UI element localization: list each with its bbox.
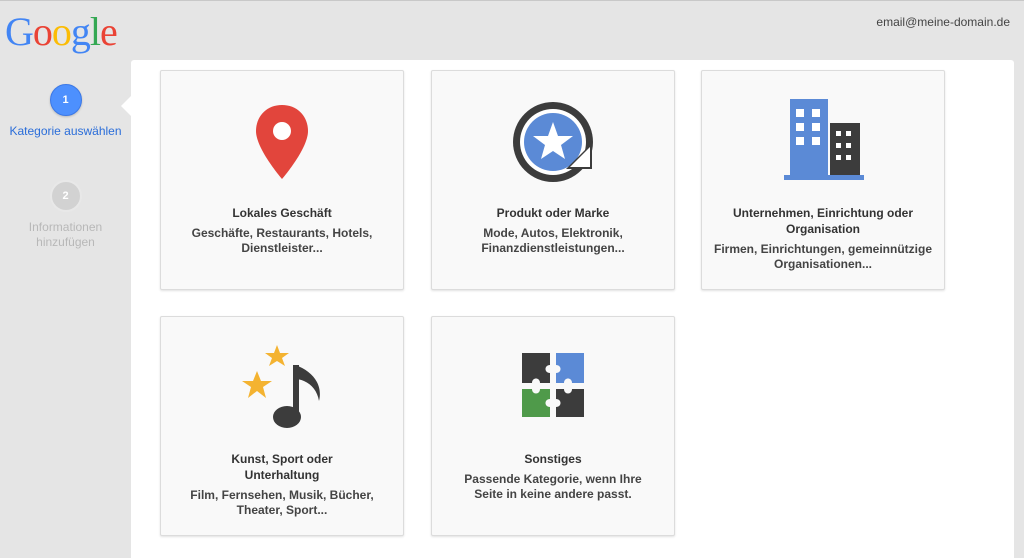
card-title: Kunst, Sport oder Unterhaltung Film, Fer… bbox=[171, 451, 393, 518]
google-logo[interactable]: Google bbox=[5, 9, 118, 55]
step-1-number: 1 bbox=[49, 84, 82, 116]
top-border bbox=[0, 0, 1024, 1]
card-product-brand[interactable]: Produkt oder Marke Mode, Autos, Elektron… bbox=[431, 70, 675, 290]
account-email[interactable]: email@meine-domain.de bbox=[876, 15, 1010, 29]
card-desc: Geschäfte, Restaurants, Hotels, Dienstle… bbox=[191, 226, 373, 255]
category-panel: Lokales Geschäft Geschäfte, Restaurants,… bbox=[131, 60, 1014, 558]
step-2: 2 Informationen hinzufügen bbox=[0, 180, 131, 250]
card-title: Sonstiges Passende Kategorie, wenn Ihre … bbox=[442, 451, 664, 502]
star-badge-icon bbox=[432, 95, 674, 185]
card-title: Lokales Geschäft Geschäfte, Restaurants,… bbox=[171, 205, 393, 256]
card-company-organisation[interactable]: Unternehmen, Einrichtung oder Organisati… bbox=[701, 70, 945, 290]
step-sidebar: 1 Kategorie auswählen 2 Informationen hi… bbox=[0, 60, 131, 558]
card-title: Produkt oder Marke Mode, Autos, Elektron… bbox=[442, 205, 664, 256]
card-title: Unternehmen, Einrichtung oder Organisati… bbox=[713, 206, 932, 271]
map-pin-icon bbox=[161, 95, 403, 185]
buildings-icon bbox=[702, 95, 944, 185]
card-desc: Mode, Autos, Elektronik, Finanzdienstlei… bbox=[481, 226, 625, 255]
stars-music-note-icon bbox=[161, 341, 403, 431]
step-1-label: Kategorie auswählen bbox=[9, 124, 122, 138]
card-other[interactable]: Sonstiges Passende Kategorie, wenn Ihre … bbox=[431, 316, 675, 536]
step-1[interactable]: 1 Kategorie auswählen bbox=[0, 84, 131, 138]
card-desc: Firmen, Einrichtungen, gemeinnützige Org… bbox=[713, 242, 932, 271]
card-arts-sports-entertainment[interactable]: Kunst, Sport oder Unterhaltung Film, Fer… bbox=[160, 316, 404, 536]
puzzle-icon bbox=[432, 341, 674, 431]
card-desc: Passende Kategorie, wenn Ihre Seite in k… bbox=[464, 472, 642, 501]
card-desc: Film, Fernsehen, Musik, Bücher, Theater,… bbox=[190, 488, 374, 517]
card-local-business[interactable]: Lokales Geschäft Geschäfte, Restaurants,… bbox=[160, 70, 404, 290]
step-2-label: Informationen hinzufügen bbox=[28, 220, 103, 249]
step-2-number: 2 bbox=[49, 180, 82, 212]
active-step-pointer bbox=[121, 96, 131, 116]
